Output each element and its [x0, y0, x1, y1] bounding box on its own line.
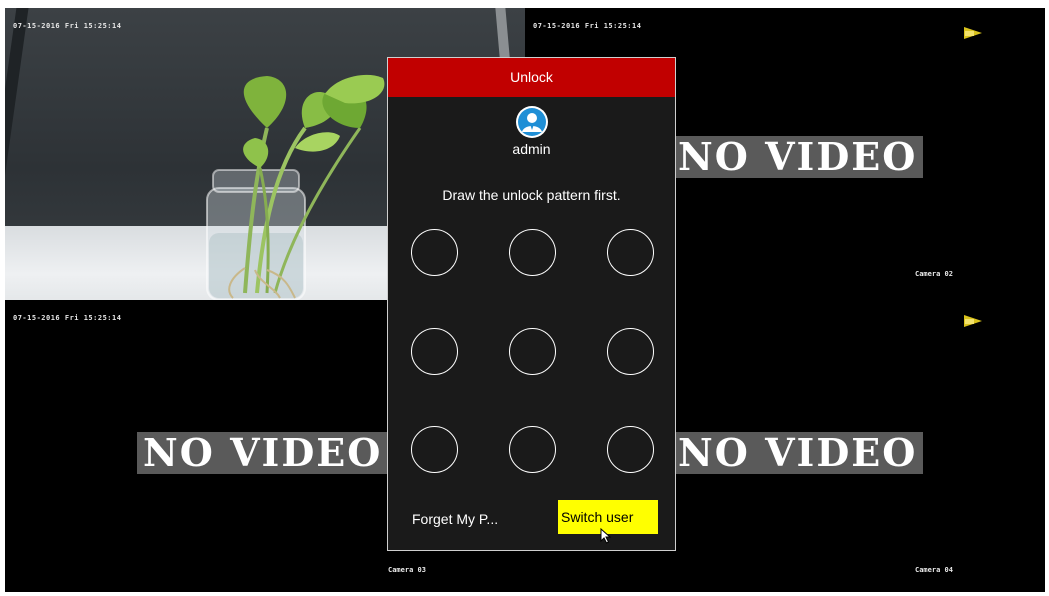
pattern-dot-5[interactable] — [509, 328, 556, 375]
camera-04-label: Camera 04 — [915, 566, 953, 574]
pattern-dot-2[interactable] — [509, 229, 556, 276]
camera-02-no-video: NO VIDEO — [672, 136, 924, 178]
dialog-title: Unlock — [388, 58, 675, 97]
mouse-pointer-icon — [600, 528, 612, 544]
pattern-dot-7[interactable] — [411, 426, 458, 473]
pattern-dot-4[interactable] — [411, 328, 458, 375]
record-status-icon — [964, 315, 982, 327]
unlock-dialog: Unlock admin Draw the unlock pattern fir… — [387, 57, 676, 551]
user-area: admin — [388, 106, 675, 157]
camera-03-no-video: NO VIDEO — [137, 432, 389, 474]
camera-03-label: Camera 03 — [388, 566, 426, 574]
camera-03-timestamp: 07-15-2016 Fri 15:25:14 — [13, 314, 122, 322]
camera-02-timestamp: 07-15-2016 Fri 15:25:14 — [533, 22, 642, 30]
record-status-icon — [964, 27, 982, 39]
pattern-dot-6[interactable] — [607, 328, 654, 375]
camera-01-timestamp: 07-15-2016 Fri 15:25:14 — [13, 22, 122, 30]
user-name: admin — [512, 141, 551, 157]
pattern-dot-3[interactable] — [607, 229, 654, 276]
camera-04-no-video: NO VIDEO — [672, 432, 924, 474]
user-avatar-icon — [515, 106, 548, 138]
instruction-text: Draw the unlock pattern first. — [442, 187, 621, 203]
pattern-dot-1[interactable] — [411, 229, 458, 276]
pattern-dot-9[interactable] — [607, 426, 654, 473]
pattern-dot-8[interactable] — [509, 426, 556, 473]
forget-password-link[interactable]: Forget My P... — [412, 511, 498, 527]
camera-02-label: Camera 02 — [915, 270, 953, 278]
